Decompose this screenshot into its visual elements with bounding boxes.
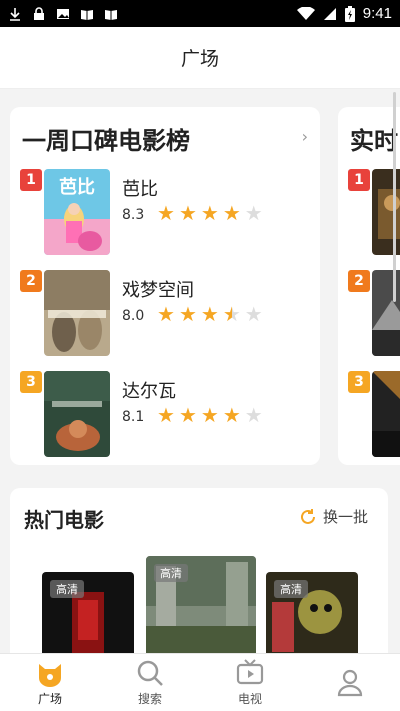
ranking-item[interactable]: 1 芭比 芭比 8.3 ★ ★ ★ ★ ★ — [20, 169, 310, 259]
tv-icon — [236, 659, 264, 685]
tab-tv[interactable]: 电视 — [200, 654, 300, 711]
star-icon: ★ — [178, 403, 197, 427]
book-icon — [105, 9, 117, 20]
realtime-title: 实时 — [350, 127, 398, 155]
profile-icon — [337, 669, 363, 696]
star-icon: ★ — [178, 302, 197, 326]
page-title: 广场 — [180, 48, 219, 70]
quality-badge: 高清 — [154, 564, 188, 582]
refresh-icon — [301, 508, 315, 524]
signal-icon — [323, 7, 336, 20]
star-icon: ★ — [222, 201, 241, 225]
status-bar: 9:41 — [0, 0, 400, 27]
download-icon — [10, 7, 20, 21]
clock: 9:41 — [362, 5, 392, 22]
hot-movies-title: 热门电影 — [24, 508, 104, 532]
rank-badge: 2 — [20, 270, 42, 292]
hot-movies-card: 热门电影 换一批 高清 高清 高清 — [10, 488, 388, 653]
rank-badge: 1 — [348, 169, 370, 191]
movie-score: 8.0 — [122, 308, 145, 324]
star-empty-icon: ★ — [244, 403, 263, 427]
quality-badge: 高清 — [274, 580, 308, 598]
quality-badge: 高清 — [50, 580, 84, 598]
image-icon — [57, 8, 69, 19]
movie-poster[interactable]: 芭比 — [44, 169, 110, 255]
movie-poster[interactable] — [372, 371, 400, 457]
movie-name: 戏梦空间 — [122, 280, 194, 301]
movie-name: 达尔瓦 — [122, 381, 176, 402]
star-half-icon: ★ — [222, 302, 241, 326]
tab-profile[interactable] — [300, 654, 400, 711]
main-scroll[interactable]: 一周口碑电影榜 › 1 芭比 芭比 8.3 ★ ★ ★ ★ ★ 2 戏梦空间 8… — [0, 90, 400, 653]
page-header: 广场 — [0, 27, 400, 89]
ranking-item[interactable]: 3 达尔瓦 8.1 ★ ★ ★ ★ ★ — [20, 371, 310, 461]
cat-face-icon — [39, 664, 61, 687]
star-empty-icon: ★ — [244, 201, 263, 225]
search-icon — [137, 660, 163, 686]
refresh-label: 换一批 — [322, 508, 368, 526]
tab-square[interactable]: 广场 — [0, 654, 100, 711]
rank-badge: 2 — [348, 270, 370, 292]
star-rating: ★ ★ ★ ★ ★ — [157, 304, 263, 324]
rank-badge: 3 — [20, 371, 42, 393]
battery-charging-icon — [344, 5, 355, 22]
tab-label: 搜索 — [137, 692, 162, 706]
poster-title-art: 芭比 — [59, 176, 95, 198]
ranking-title: 一周口碑电影榜 — [22, 127, 190, 155]
movie-name: 芭比 — [122, 179, 158, 200]
bottom-tab-bar: 广场 搜索 电视 — [0, 653, 400, 711]
star-icon: ★ — [157, 403, 175, 427]
wifi-icon — [296, 6, 315, 20]
hot-movie-poster[interactable]: 高清 — [146, 556, 256, 653]
star-icon: ★ — [200, 403, 219, 427]
tab-label: 广场 — [37, 692, 62, 706]
ranking-item[interactable]: 2 戏梦空间 8.0 ★ ★ ★ ★ ★ — [20, 270, 310, 360]
star-rating: ★ ★ ★ ★ ★ — [157, 203, 263, 223]
notification-icons — [8, 6, 118, 21]
rank-badge: 1 — [20, 169, 42, 191]
star-icon: ★ — [200, 302, 219, 326]
hot-movie-poster[interactable]: 高清 — [266, 572, 358, 653]
star-icon: ★ — [200, 201, 219, 225]
hot-movie-poster[interactable]: 高清 — [42, 572, 134, 653]
refresh-button[interactable]: 换一批 — [299, 506, 368, 527]
movie-score: 8.1 — [122, 409, 145, 425]
realtime-ranking-card[interactable]: 实时 1 2 3 — [338, 107, 400, 465]
weekly-ranking-card[interactable]: 一周口碑电影榜 › 1 芭比 芭比 8.3 ★ ★ ★ ★ ★ 2 戏梦空间 8… — [10, 107, 320, 465]
tab-search[interactable]: 搜索 — [100, 654, 200, 711]
star-icon: ★ — [222, 403, 241, 427]
movie-score: 8.3 — [122, 207, 145, 223]
star-empty-icon: ★ — [244, 302, 263, 326]
star-rating: ★ ★ ★ ★ ★ — [157, 405, 263, 425]
movie-poster[interactable] — [44, 270, 110, 356]
book-icon — [81, 9, 93, 20]
rank-badge: 3 — [348, 371, 370, 393]
movie-poster[interactable] — [44, 371, 110, 457]
chevron-right-icon[interactable]: › — [302, 127, 308, 146]
star-icon: ★ — [157, 201, 175, 225]
scrollbar[interactable] — [393, 92, 396, 302]
lock-icon — [34, 6, 44, 20]
tab-label: 电视 — [237, 692, 262, 706]
star-icon: ★ — [157, 302, 175, 326]
star-icon: ★ — [178, 201, 197, 225]
